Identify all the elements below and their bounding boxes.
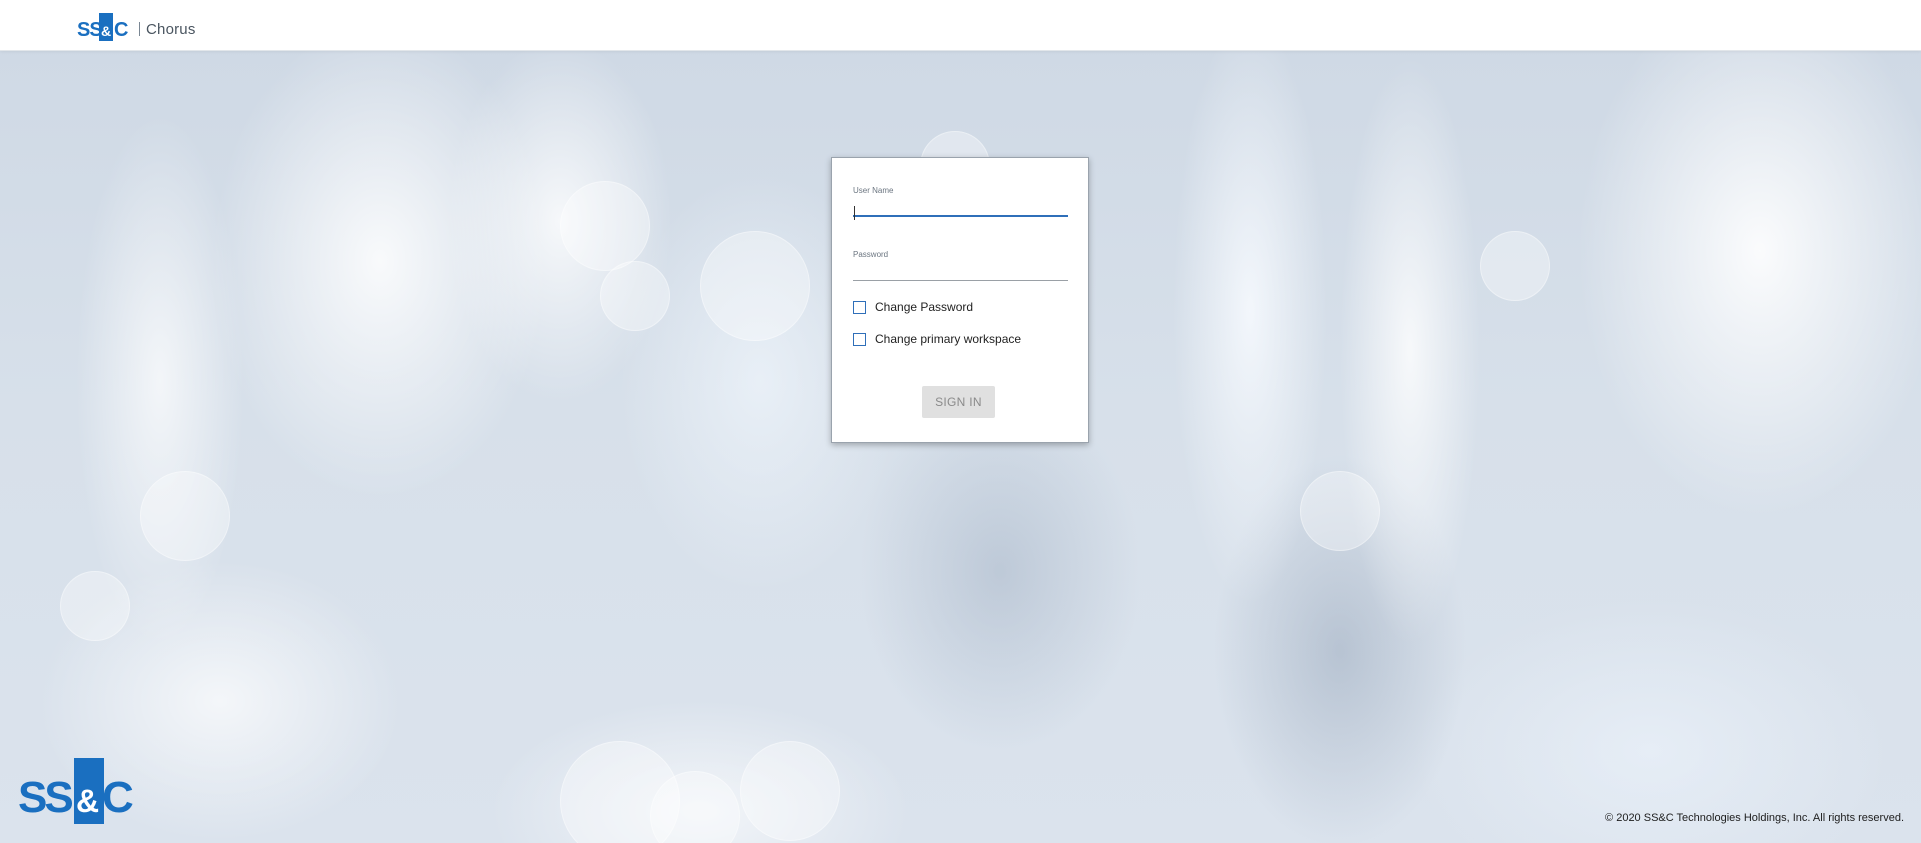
svg-text:SS: SS xyxy=(18,773,72,822)
svg-text:C: C xyxy=(102,773,134,822)
change-workspace-checkbox[interactable] xyxy=(853,332,866,346)
svg-text:&: & xyxy=(101,23,111,39)
product-name: Chorus xyxy=(146,21,196,38)
svg-text:&: & xyxy=(76,783,99,819)
svg-text:C: C xyxy=(114,19,128,41)
ssc-logo-icon: SS & C xyxy=(18,758,134,824)
sign-in-button[interactable]: SIGN IN xyxy=(922,386,995,418)
username-input[interactable] xyxy=(853,195,1068,217)
change-password-checkbox[interactable] xyxy=(853,300,866,314)
ssc-logo-icon: SS & C xyxy=(77,13,128,41)
change-password-option[interactable]: Change Password xyxy=(853,298,973,316)
change-password-label: Change Password xyxy=(875,300,974,314)
top-header: SS & C Chorus xyxy=(0,0,1921,51)
change-workspace-option[interactable]: Change primary workspace xyxy=(853,330,1021,348)
password-input[interactable] xyxy=(853,259,1068,281)
svg-text:SS: SS xyxy=(77,19,102,41)
login-card: User Name Password Change Password Chang… xyxy=(831,157,1089,443)
password-label: Password xyxy=(853,250,889,259)
copyright-notice: © 2020 SS&C Technologies Holdings, Inc. … xyxy=(1605,812,1904,824)
text-caret xyxy=(854,206,855,220)
change-workspace-label: Change primary workspace xyxy=(875,332,1022,346)
username-label: User Name xyxy=(853,186,894,195)
brand-divider xyxy=(139,22,140,36)
